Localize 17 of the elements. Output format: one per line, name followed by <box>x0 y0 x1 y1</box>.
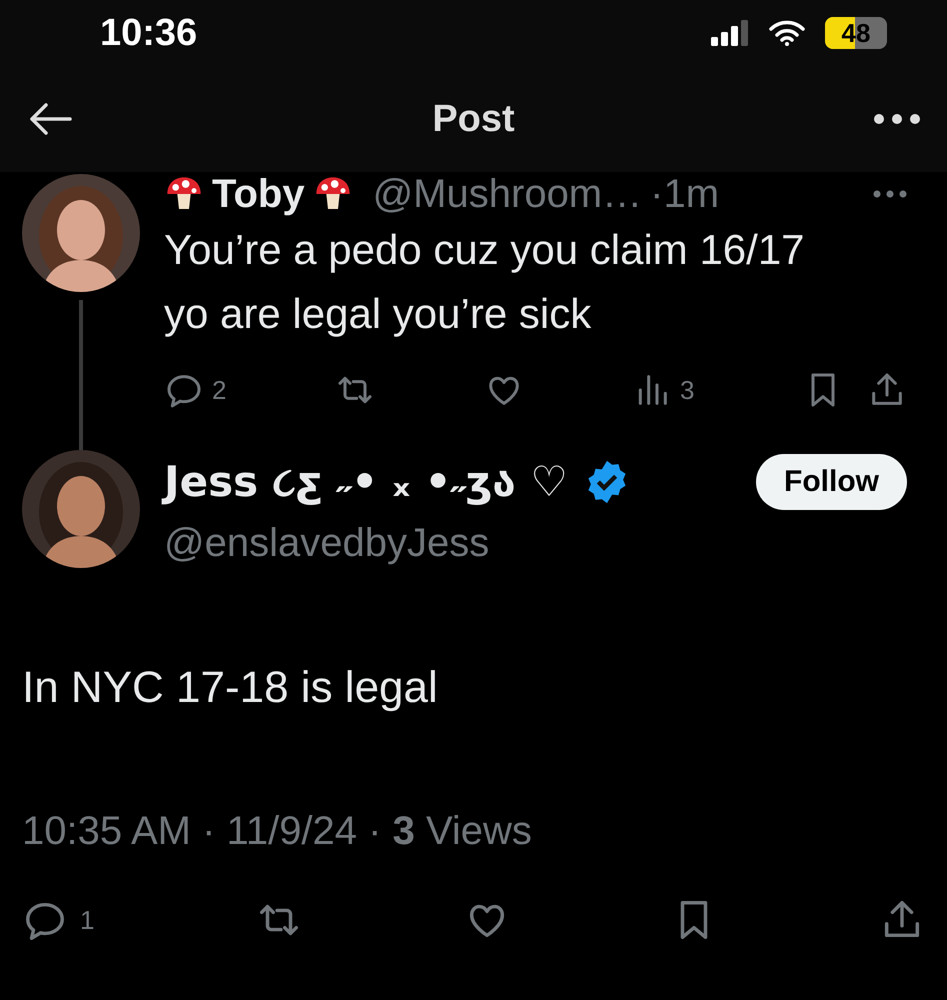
reply-count: 2 <box>212 374 226 406</box>
post-time: ·1m <box>650 174 720 214</box>
more-icon[interactable] <box>872 113 921 125</box>
view-count: 3 <box>680 374 694 406</box>
follow-button[interactable]: Follow <box>756 454 907 510</box>
display-name: Jess ૮ƹ ˶• ₓ •˶ʒა ♡ <box>164 450 568 513</box>
display-name: Toby <box>212 174 305 214</box>
post-text: You’re a pedo cuz you claim 16/17 yo are legal you’re sick <box>164 225 806 339</box>
wifi-icon <box>769 20 805 46</box>
reply-count: 1 <box>80 904 94 936</box>
post-text: In NYC 17-18 is legal <box>21 662 439 714</box>
signal-icon <box>711 20 749 46</box>
user-handle: @Mushroom… <box>372 174 642 214</box>
user-handle: @enslavedbyJess <box>164 520 490 567</box>
page-title: Post <box>432 96 515 142</box>
post-metadata: 10:35 AM · 11/9/24 · 3 Views <box>21 808 533 855</box>
clock: 10:36 <box>100 10 198 56</box>
